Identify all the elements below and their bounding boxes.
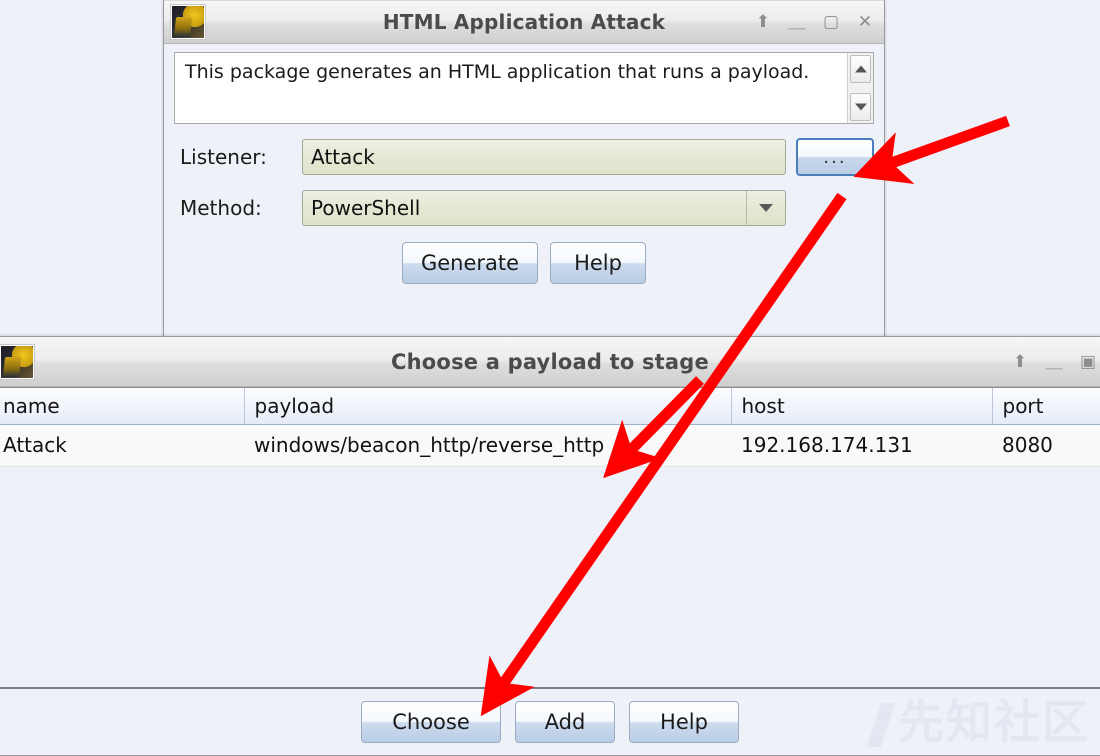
method-row: Method: PowerShell [174,190,874,226]
generate-button[interactable]: Generate [401,242,539,284]
cell-name: Attack [0,424,244,466]
payload-window-titlebar[interactable]: Choose a payload to stage ⬆ ＿ ▣ [0,337,1100,387]
maximize-icon[interactable]: ▣ [1079,353,1097,371]
cobalt-strike-logo-icon [0,343,35,380]
scroll-down-icon[interactable] [850,93,871,121]
payload-window-controls: ⬆ ＿ ▣ [1011,337,1097,386]
column-header-port[interactable]: port [992,388,1100,425]
cell-payload: windows/beacon_http/reverse_http [244,424,731,466]
always-on-top-icon[interactable]: ⬆ [754,13,772,31]
description-panel: This package generates an HTML applicati… [174,52,874,124]
chevron-down-icon[interactable] [746,191,785,225]
close-icon[interactable]: ✕ [856,13,874,31]
description-scrollbar[interactable] [847,53,873,123]
column-header-name[interactable]: name [0,388,245,425]
minimize-icon[interactable]: ＿ [1045,353,1063,371]
arrow-to-browse-button [853,115,1010,184]
maximize-icon[interactable]: ▢ [822,13,840,31]
cell-port: 8080 [992,424,1100,466]
payload-help-button[interactable]: Help [629,701,739,743]
attack-window-button-row: Generate Help [174,242,874,284]
method-selected-value: PowerShell [311,196,421,220]
minimize-icon[interactable]: ＿ [788,13,806,31]
attack-help-button[interactable]: Help [550,242,647,284]
description-text: This package generates an HTML applicati… [185,61,810,83]
payload-table: name payload host port Attack windows/be… [0,388,1100,467]
cell-host: 192.168.174.131 [731,424,992,466]
column-header-payload[interactable]: payload [244,388,732,425]
payload-window-title: Choose a payload to stage [391,349,709,374]
listener-input[interactable]: Attack [302,139,786,175]
attack-window-body: This package generates an HTML applicati… [164,44,884,284]
browse-listener-button[interactable]: ... [796,138,874,176]
attack-window-titlebar[interactable]: HTML Application Attack ⬆ ＿ ▢ ✕ [164,0,884,44]
choose-button[interactable]: Choose [361,701,501,743]
always-on-top-icon[interactable]: ⬆ [1011,353,1029,371]
cobalt-strike-logo-icon [170,4,206,40]
scroll-up-icon[interactable] [850,55,871,83]
method-select[interactable]: PowerShell [302,190,786,226]
choose-payload-window: Choose a payload to stage ⬆ ＿ ▣ name pay… [0,336,1100,756]
method-label: Method: [180,196,262,220]
listener-label: Listener: [180,145,267,169]
listener-row: Listener: Attack ... [174,138,874,176]
add-button[interactable]: Add [515,701,615,743]
payload-table-container: name payload host port Attack windows/be… [0,387,1100,707]
table-row[interactable]: Attack windows/beacon_http/reverse_http … [0,424,1100,466]
column-header-host[interactable]: host [731,388,993,425]
payload-window-button-row: Choose Add Help [0,687,1100,755]
payload-table-header-row: name payload host port [0,388,1100,425]
table-empty-area [0,466,1100,645]
attack-window-controls: ⬆ ＿ ▢ ✕ [754,1,874,43]
html-application-attack-window: HTML Application Attack ⬆ ＿ ▢ ✕ This pac… [163,0,885,338]
